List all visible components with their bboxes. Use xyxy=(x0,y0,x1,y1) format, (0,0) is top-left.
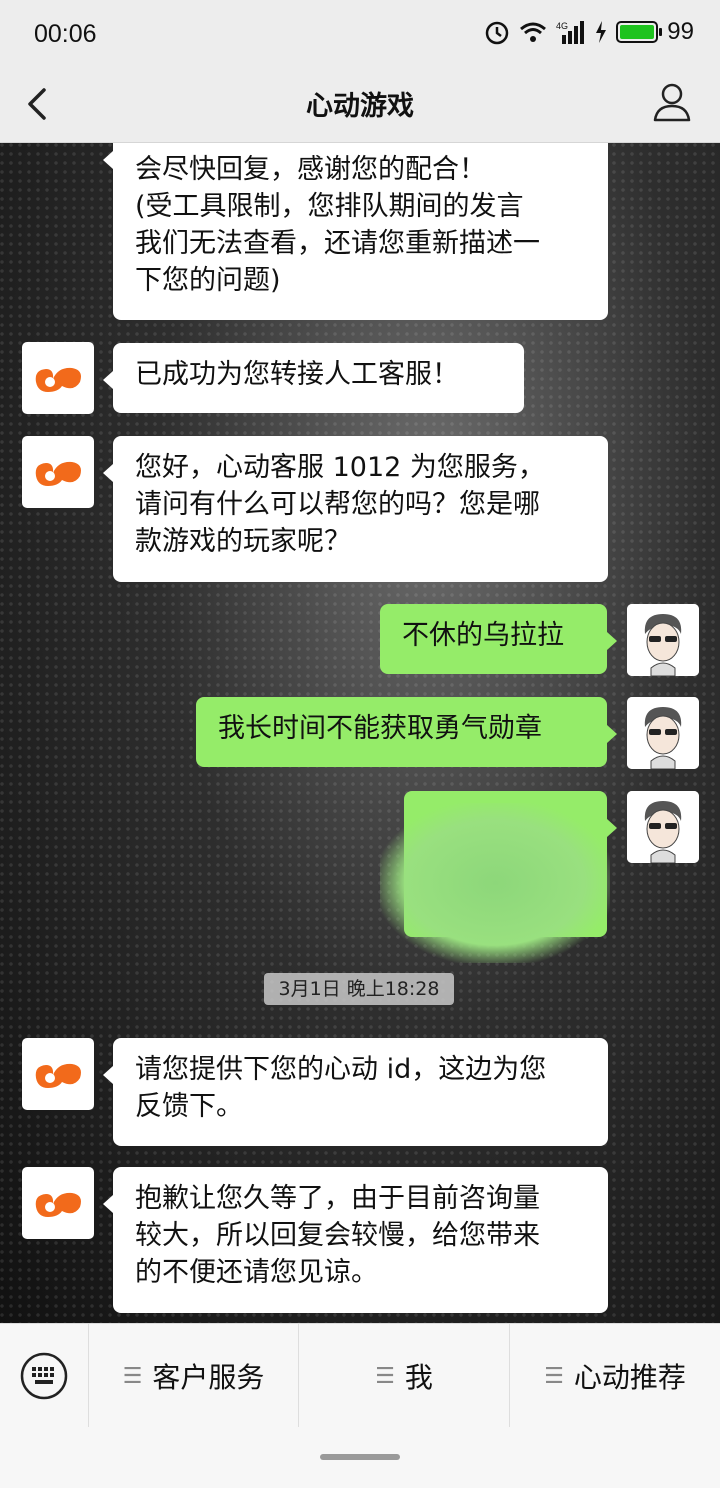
message-line: 会尽快回复，感谢您的配合！ xyxy=(135,154,486,185)
chat-title: 心动游戏 xyxy=(306,91,414,122)
message-line: 下您的问题) xyxy=(135,265,281,296)
home-indicator[interactable] xyxy=(320,1454,400,1460)
chat-area[interactable]: 会尽快回复，感谢您的配合！ (受工具限制，您排队期间的发言 我们无法查看，还请您… xyxy=(0,143,720,1323)
message-bubble[interactable]: 会尽快回复，感谢您的配合！ (受工具限制，您排队期间的发言 我们无法查看，还请您… xyxy=(103,143,608,320)
alarm-icon xyxy=(486,21,509,45)
message-timestamp: 3月1日 晚上18:28 xyxy=(264,973,454,1005)
user-avatar[interactable] xyxy=(627,697,699,769)
message-bubble[interactable]: 抱歉让您久等了，由于目前咨询量 较大，所以回复会较慢，给您带来 的不便还请您见谅… xyxy=(103,1167,608,1313)
user-profile-icon[interactable] xyxy=(652,80,692,124)
menu-item-customer-service[interactable]: ☰ 客户服务 xyxy=(88,1324,298,1428)
message-line: 请您提供下您的心动 id，这边为您 xyxy=(135,1054,547,1085)
user-avatar-icon xyxy=(627,791,699,863)
message-line: 我长时间不能获取勇气勋章 xyxy=(218,713,542,744)
message-line: 请问有什么可以帮您的吗？您是哪 xyxy=(135,489,540,520)
message-line: 款游戏的玩家呢？ xyxy=(135,526,351,557)
message-line: 已成功为您转接人工客服！ xyxy=(135,359,459,390)
message-line: 您好，心动客服 1012 为您服务， xyxy=(135,452,545,483)
brand-logo-icon xyxy=(35,367,81,392)
menu-item-label: 客户服务 xyxy=(152,1361,265,1394)
message-line: (受工具限制，您排队期间的发言 xyxy=(135,191,524,222)
my-message-bubble[interactable]: 我长时间不能获取勇气勋章 xyxy=(196,697,617,767)
service-avatar[interactable] xyxy=(22,436,94,508)
svg-text:4G: 4G xyxy=(556,21,568,31)
menu-item-me[interactable]: ☰ 我 xyxy=(298,1324,509,1428)
battery-level: 99 xyxy=(667,18,694,45)
message-bubble[interactable]: 您好，心动客服 1012 为您服务， 请问有什么可以帮您的吗？您是哪 款游戏的玩… xyxy=(103,436,608,582)
user-avatar-icon xyxy=(627,604,699,676)
signal-icon: 4G xyxy=(556,21,585,44)
user-avatar[interactable] xyxy=(627,791,699,863)
wifi-icon xyxy=(520,22,547,42)
brand-logo-icon xyxy=(35,1192,81,1217)
message-line: 抱歉让您久等了，由于目前咨询量 xyxy=(135,1183,540,1214)
message-line: 反馈下。 xyxy=(135,1091,243,1122)
message-line: 的不便还请您见谅。 xyxy=(135,1257,378,1288)
status-icons: 4G 99 xyxy=(484,18,694,46)
service-avatar[interactable] xyxy=(22,1167,94,1239)
menu-item-recommend[interactable]: ☰ 心动推荐 xyxy=(509,1324,720,1428)
battery-icon xyxy=(616,21,663,43)
menu-icon: ☰ xyxy=(375,1363,395,1389)
nav-bar: 心动游戏 xyxy=(0,70,720,143)
status-bar: 00:06 4G 99 xyxy=(0,0,720,70)
menu-icon: ☰ xyxy=(122,1363,143,1389)
menu-icon: ☰ xyxy=(544,1363,564,1389)
message-line: 不休的乌拉拉 xyxy=(402,620,564,651)
menu-item-label: 我 xyxy=(404,1361,433,1394)
message-line: 较大，所以回复会较慢，给您带来 xyxy=(135,1220,540,1251)
my-message-bubble[interactable]: 不休的乌拉拉 xyxy=(380,604,617,674)
message-bubble[interactable]: 请您提供下您的心动 id，这边为您 反馈下。 xyxy=(103,1038,608,1146)
brand-logo-icon xyxy=(35,1063,81,1088)
user-avatar[interactable] xyxy=(627,604,699,676)
service-avatar[interactable] xyxy=(22,1038,94,1110)
menu-item-label: 心动推荐 xyxy=(573,1361,686,1394)
service-avatar[interactable] xyxy=(22,342,94,414)
gesture-area xyxy=(0,1427,720,1488)
user-avatar-icon xyxy=(627,697,699,769)
blurred-content xyxy=(380,803,610,963)
status-time: 00:06 xyxy=(34,20,97,48)
bottom-menu-bar: ☰ 客户服务 ☰ 我 ☰ 心动推荐 xyxy=(0,1323,720,1428)
keyboard-icon[interactable] xyxy=(20,1352,68,1400)
charging-icon xyxy=(596,21,607,43)
message-line: 我们无法查看，还请您重新描述一 xyxy=(135,228,540,259)
message-bubble[interactable]: 已成功为您转接人工客服！ xyxy=(103,343,524,413)
brand-logo-icon xyxy=(35,461,81,486)
